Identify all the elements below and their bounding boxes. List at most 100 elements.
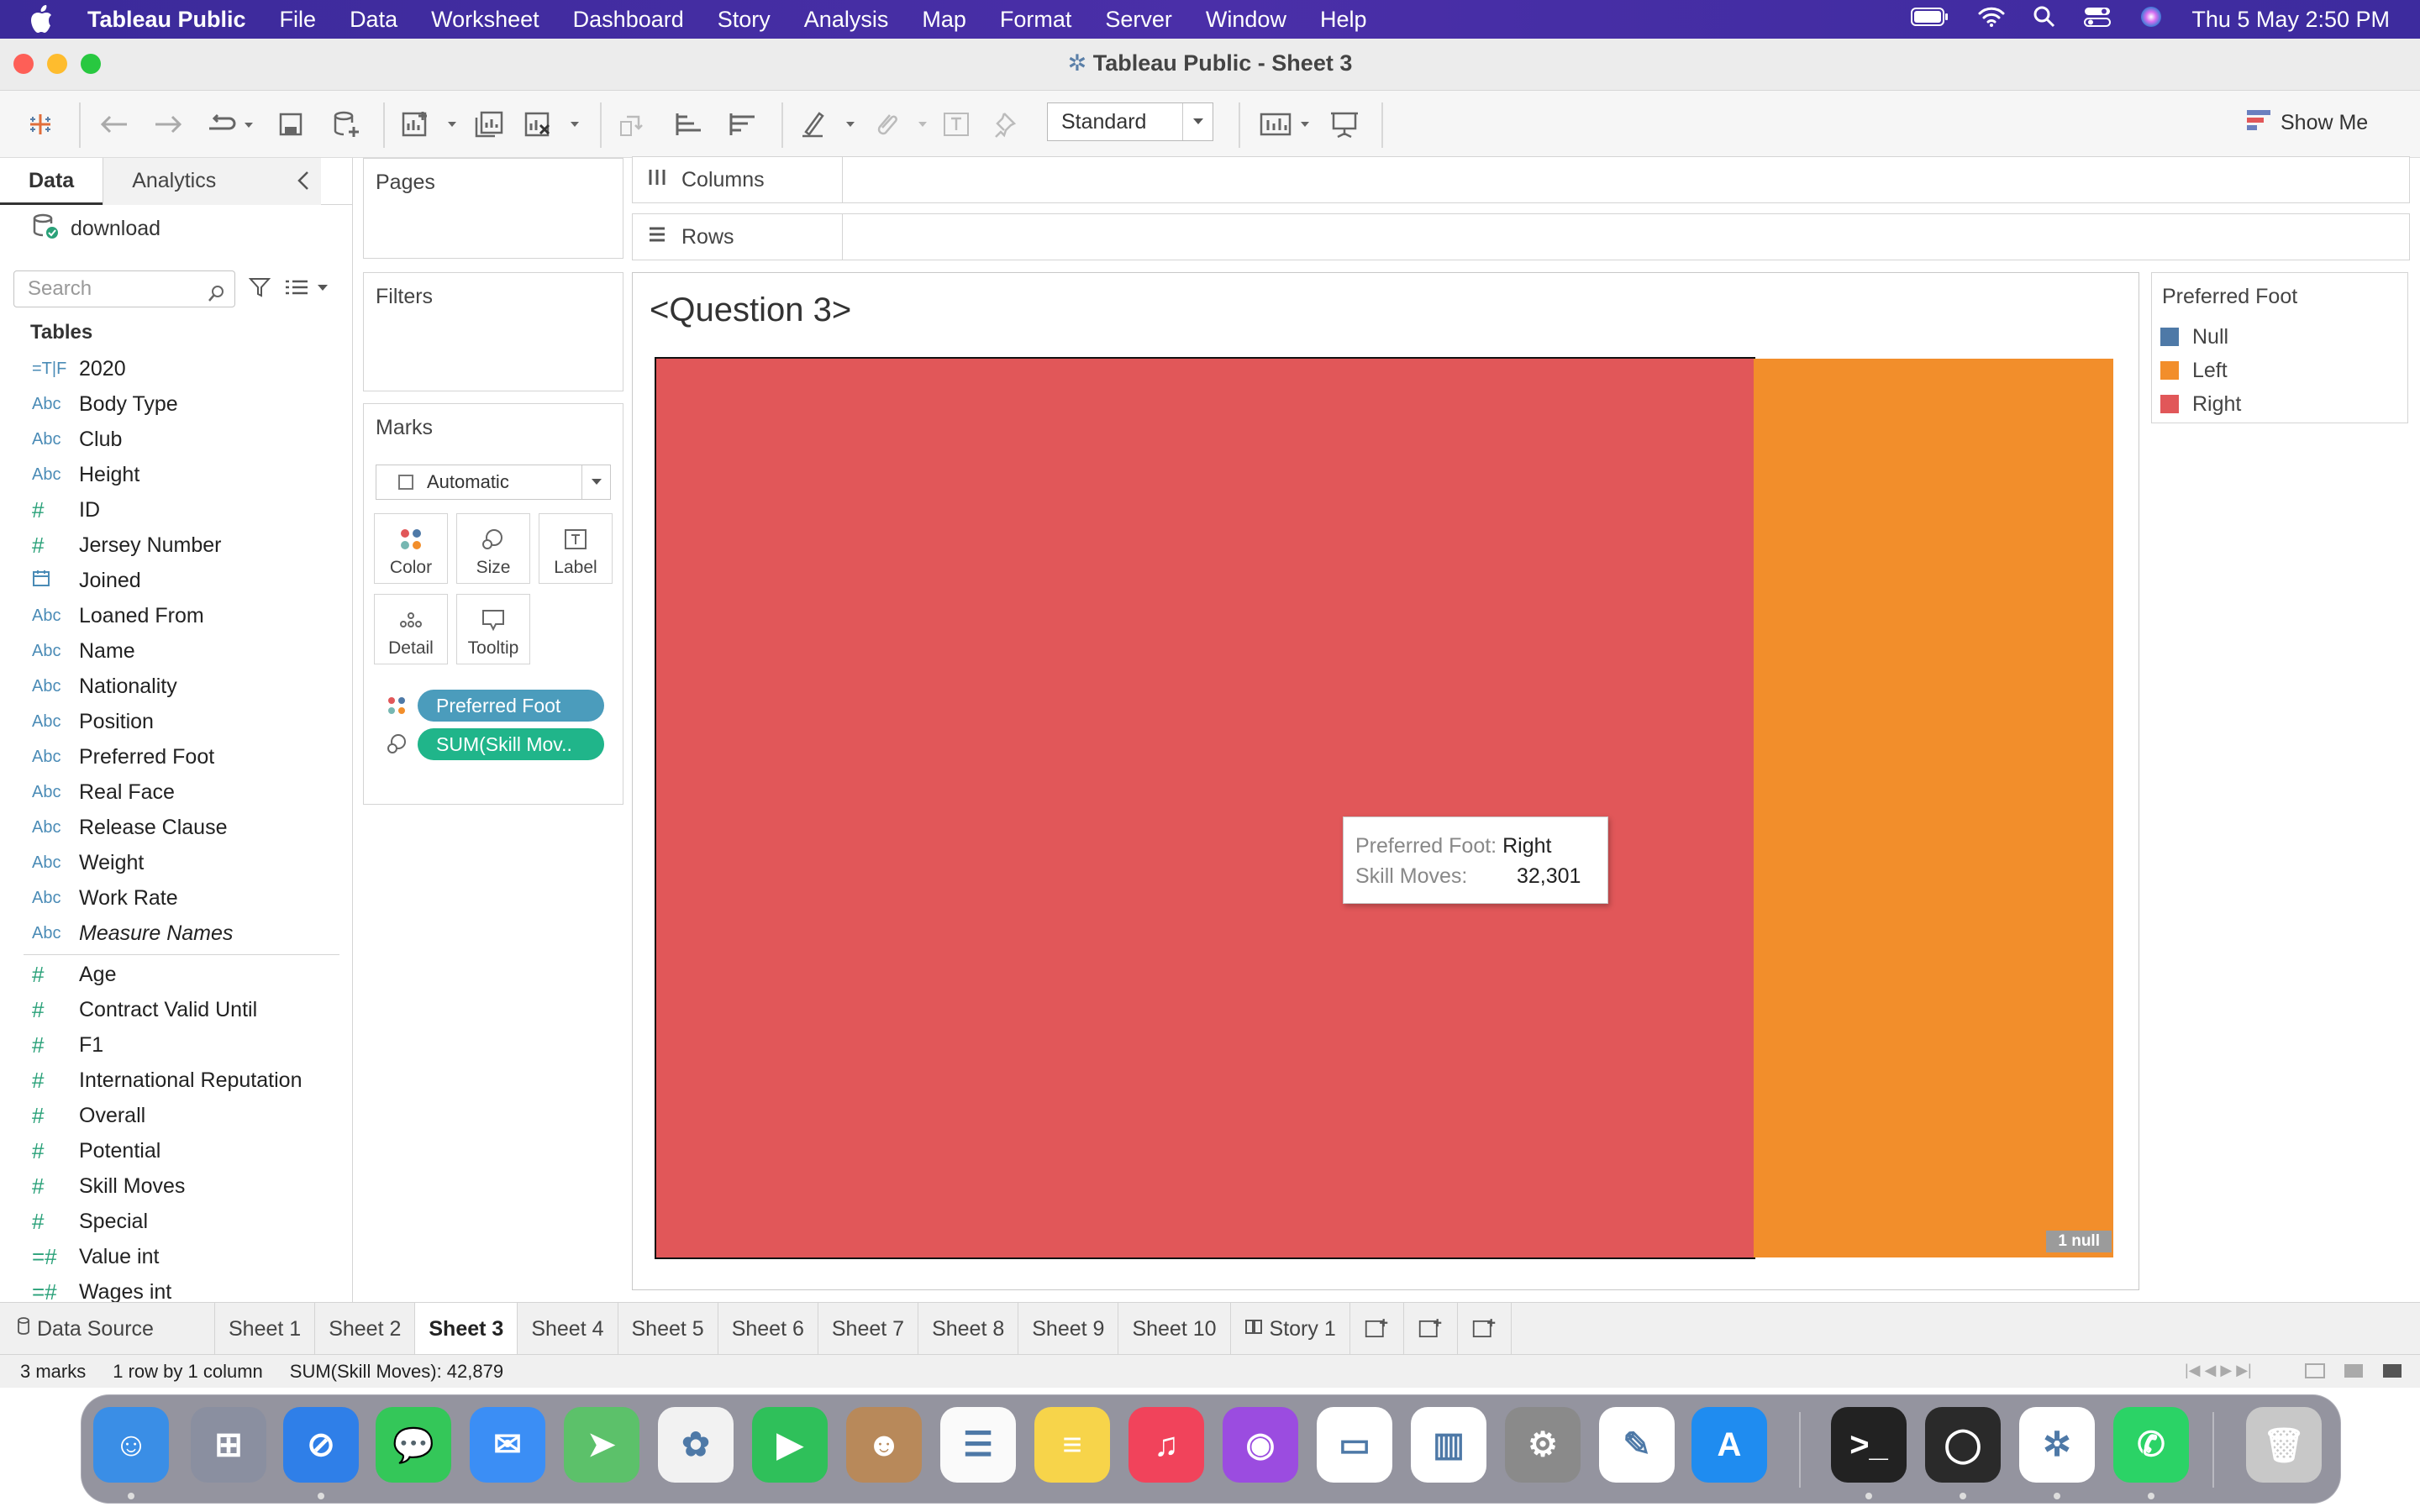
tab-sheet-4[interactable]: Sheet 4 bbox=[518, 1302, 618, 1355]
pages-card[interactable]: Pages bbox=[363, 158, 623, 259]
field-club[interactable]: Abc Club bbox=[0, 422, 353, 457]
field-overall[interactable]: # Overall bbox=[0, 1098, 353, 1133]
dock-launchpad-icon[interactable]: ⊞ bbox=[191, 1407, 266, 1483]
dock-notes-icon[interactable]: ≡ bbox=[1034, 1407, 1110, 1483]
dock-safari-icon[interactable]: ⊘ bbox=[283, 1407, 359, 1483]
field-body-type[interactable]: Abc Body Type bbox=[0, 386, 353, 422]
tab-sheet-10[interactable]: Sheet 10 bbox=[1118, 1302, 1231, 1355]
sort-ascending-icon[interactable] bbox=[672, 108, 706, 141]
tab-data[interactable]: Data bbox=[0, 158, 103, 205]
tooltip-button[interactable]: Tooltip bbox=[456, 594, 530, 664]
dock-tableau-icon[interactable]: ✲ bbox=[2019, 1407, 2095, 1483]
duplicate-sheet-icon[interactable] bbox=[472, 108, 506, 141]
field-measure-names[interactable]: Abc Measure Names bbox=[0, 916, 353, 951]
dock-pages-icon[interactable]: ✎ bbox=[1599, 1407, 1675, 1483]
tab-sheet-2[interactable]: Sheet 2 bbox=[315, 1302, 416, 1355]
menu-app-name[interactable]: Tableau Public bbox=[87, 7, 246, 33]
dock-finder-icon[interactable]: ☺ bbox=[93, 1407, 169, 1483]
size-button[interactable]: Size bbox=[456, 513, 530, 584]
search-input[interactable]: Search bbox=[13, 270, 235, 307]
tab-sheet-9[interactable]: Sheet 9 bbox=[1018, 1302, 1119, 1355]
dock-podcasts-icon[interactable]: ◉ bbox=[1223, 1407, 1298, 1483]
chevron-down-icon[interactable] bbox=[1182, 103, 1213, 140]
sheet-nav-icons[interactable]: |◀ ◀ ▶ ▶| bbox=[2185, 1362, 2252, 1379]
legend-item-null[interactable]: Null bbox=[2152, 320, 2407, 354]
field-jersey-number[interactable]: # Jersey Number bbox=[0, 528, 353, 563]
treemap-mark-left[interactable] bbox=[1754, 359, 2113, 1257]
new-worksheet-tab-icon[interactable] bbox=[1350, 1302, 1404, 1355]
field-weight[interactable]: Abc Weight bbox=[0, 845, 353, 880]
field-joined[interactable]: Joined bbox=[0, 563, 353, 598]
pill-preferred-foot[interactable]: Preferred Foot bbox=[418, 690, 604, 722]
show-mark-labels-icon[interactable] bbox=[939, 108, 973, 141]
new-story-tab-icon[interactable] bbox=[1458, 1302, 1512, 1355]
field-nationality[interactable]: Abc Nationality bbox=[0, 669, 353, 704]
dock-numbers-icon[interactable]: ▥ bbox=[1411, 1407, 1486, 1483]
dock-music-icon[interactable]: ♫ bbox=[1128, 1407, 1204, 1483]
field-contract-valid-until[interactable]: # Contract Valid Until bbox=[0, 992, 353, 1027]
fix-axes-pin-icon[interactable] bbox=[992, 108, 1025, 141]
dock-messages-icon[interactable]: 💬 bbox=[376, 1407, 451, 1483]
field-international-reputation[interactable]: # International Reputation bbox=[0, 1063, 353, 1098]
save-icon[interactable] bbox=[274, 108, 308, 141]
menu-file[interactable]: File bbox=[280, 7, 317, 33]
apple-menu-icon[interactable] bbox=[29, 5, 62, 34]
menu-window[interactable]: Window bbox=[1206, 7, 1286, 33]
field-release-clause[interactable]: Abc Release Clause bbox=[0, 810, 353, 845]
siri-icon[interactable] bbox=[2139, 5, 2163, 34]
swap-rows-columns-icon[interactable] bbox=[617, 108, 650, 141]
group-members-icon[interactable] bbox=[871, 108, 931, 141]
dock-keynote-icon[interactable]: ▭ bbox=[1317, 1407, 1392, 1483]
field-skill-moves[interactable]: # Skill Moves bbox=[0, 1168, 353, 1204]
chevron-down-icon[interactable] bbox=[581, 465, 610, 499]
legend-item-left[interactable]: Left bbox=[2152, 354, 2407, 387]
dock-maps-icon[interactable]: ➤ bbox=[564, 1407, 639, 1483]
field-special[interactable]: # Special bbox=[0, 1204, 353, 1239]
field-f1[interactable]: # F1 bbox=[0, 1027, 353, 1063]
tab-sheet-6[interactable]: Sheet 6 bbox=[718, 1302, 818, 1355]
dock-activity-icon[interactable]: ◯ bbox=[1925, 1407, 2001, 1483]
undo-icon[interactable] bbox=[97, 108, 131, 141]
control-center-icon[interactable] bbox=[2084, 6, 2112, 34]
dock-terminal-icon[interactable]: >_ bbox=[1831, 1407, 1907, 1483]
color-button[interactable]: Color bbox=[374, 513, 448, 584]
battery-icon[interactable] bbox=[1911, 7, 1949, 33]
field-value-int[interactable]: =# Value int bbox=[0, 1239, 353, 1274]
menu-server[interactable]: Server bbox=[1105, 7, 1172, 33]
menu-map[interactable]: Map bbox=[922, 7, 966, 33]
dock-mail-icon[interactable]: ✉ bbox=[470, 1407, 545, 1483]
field-loaned-from[interactable]: Abc Loaned From bbox=[0, 598, 353, 633]
menu-dashboard[interactable]: Dashboard bbox=[573, 7, 684, 33]
field-work-rate[interactable]: Abc Work Rate bbox=[0, 880, 353, 916]
tab-sheet-8[interactable]: Sheet 8 bbox=[918, 1302, 1019, 1355]
menu-help[interactable]: Help bbox=[1320, 7, 1367, 33]
filter-fields-icon[interactable] bbox=[248, 276, 271, 302]
field-real-face[interactable]: Abc Real Face bbox=[0, 774, 353, 810]
dock-facetime-icon[interactable]: ▶ bbox=[752, 1407, 828, 1483]
dock-photos-icon[interactable]: ✿ bbox=[658, 1407, 734, 1483]
menu-worksheet[interactable]: Worksheet bbox=[431, 7, 539, 33]
redo-dropdown-icon[interactable] bbox=[202, 108, 260, 141]
menu-data[interactable]: Data bbox=[350, 7, 397, 33]
tab-data-source[interactable]: Data Source bbox=[0, 1302, 215, 1355]
menu-format[interactable]: Format bbox=[1000, 7, 1072, 33]
view-title[interactable]: <Question 3> bbox=[650, 291, 851, 329]
field-potential[interactable]: # Potential bbox=[0, 1133, 353, 1168]
field-height[interactable]: Abc Height bbox=[0, 457, 353, 492]
fit-dropdown[interactable]: Standard bbox=[1047, 102, 1213, 141]
highlight-icon[interactable] bbox=[798, 108, 859, 141]
view-options-icon[interactable] bbox=[284, 276, 331, 302]
legend-title[interactable]: Preferred Foot bbox=[2152, 273, 2407, 320]
null-indicator[interactable]: 1 null bbox=[2046, 1231, 2112, 1252]
label-button[interactable]: Label bbox=[539, 513, 613, 584]
presentation-mode-icon[interactable] bbox=[1328, 108, 1361, 141]
treemap-mark-right[interactable] bbox=[655, 357, 1755, 1259]
new-worksheet-icon[interactable] bbox=[400, 108, 460, 141]
sort-descending-icon[interactable] bbox=[726, 108, 760, 141]
rows-shelf[interactable]: Rows bbox=[632, 213, 2410, 260]
tableau-home-icon[interactable] bbox=[25, 108, 55, 141]
pill-sum-skill-moves[interactable]: SUM(Skill Mov.. bbox=[418, 728, 604, 760]
dock-trash-icon[interactable]: 🗑 bbox=[2246, 1407, 2322, 1483]
dock-app-store-icon[interactable]: A bbox=[1691, 1407, 1767, 1483]
legend-item-right[interactable]: Right bbox=[2152, 387, 2407, 421]
